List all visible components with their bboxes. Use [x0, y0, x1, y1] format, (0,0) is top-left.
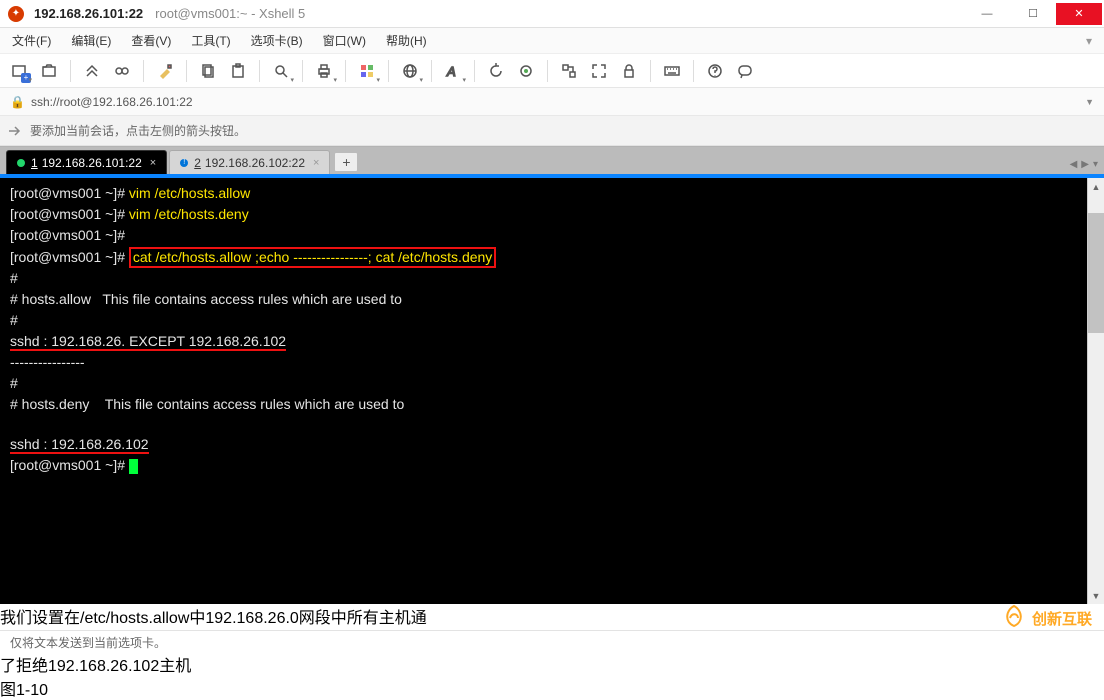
menu-tabs[interactable]: 选项卡(B)	[247, 30, 307, 51]
copy-button[interactable]	[195, 58, 221, 84]
lock-icon: 🔒	[10, 95, 25, 109]
line-4-prompt: [root@vms001 ~]#	[10, 249, 129, 265]
tab-prev-icon[interactable]: ◀	[1070, 159, 1078, 170]
cursor	[129, 459, 138, 474]
tab-strip: 1 192.168.26.101:22 × ! 2 192.168.26.102…	[0, 146, 1104, 174]
maximize-button[interactable]: ☐	[1010, 3, 1056, 25]
tab-2-label: 192.168.26.102:22	[205, 156, 305, 170]
line-2-prompt: [root@vms001 ~]#	[10, 206, 129, 222]
menu-file[interactable]: 文件(F)	[8, 30, 55, 51]
annotation-line-3: 了拒绝192.168.26.102主机	[0, 652, 1104, 676]
color-scheme-button[interactable]: ▾	[354, 58, 380, 84]
scroll-down-icon[interactable]: ▼	[1088, 587, 1104, 604]
toolbar: +▾ ▾ ▾ ▾ ▾ A▾	[0, 54, 1104, 88]
scroll-thumb[interactable]	[1088, 213, 1104, 333]
address-bar[interactable]: 🔒 ssh://root@192.168.26.101:22 ▼	[0, 88, 1104, 116]
out-hash-2: #	[10, 312, 18, 328]
menu-view[interactable]: 查看(V)	[127, 30, 175, 51]
hint-text: 要添加当前会话，点击左侧的箭头按钮。	[30, 122, 246, 139]
app-icon: ✦	[8, 6, 24, 22]
new-session-button[interactable]: +▾	[6, 58, 32, 84]
compose-button[interactable]	[732, 58, 758, 84]
properties-button[interactable]	[152, 58, 178, 84]
figure-label: 图1-10	[0, 676, 1104, 700]
tab-session-1[interactable]: 1 192.168.26.101:22 ×	[6, 150, 167, 174]
annotation-line-1: 我们设置在/etc/hosts.allow中192.168.26.0网段中所有主…	[0, 604, 1104, 628]
open-button[interactable]	[36, 58, 62, 84]
print-button[interactable]: ▾	[311, 58, 337, 84]
hint-bar: 要添加当前会话，点击左侧的箭头按钮。	[0, 116, 1104, 146]
watermark: 创新互联	[1000, 604, 1092, 632]
menu-help[interactable]: 帮助(H)	[382, 30, 431, 51]
add-tab-button[interactable]: +	[334, 152, 358, 172]
out-dashes: ----------------	[10, 354, 85, 370]
tab-next-icon[interactable]: ▶	[1081, 159, 1089, 170]
final-prompt: [root@vms001 ~]#	[10, 457, 129, 473]
menu-tools[interactable]: 工具(T)	[187, 30, 234, 51]
tab-1-number: 1	[31, 156, 38, 170]
terminal[interactable]: [root@vms001 ~]# vim /etc/hosts.allow [r…	[0, 178, 1104, 604]
window-title-main: 192.168.26.101:22	[34, 6, 143, 21]
tab-2-close-icon[interactable]: ×	[313, 157, 319, 169]
out-allow-comment: # hosts.allow This file contains access …	[10, 291, 402, 307]
tab-2-number: 2	[194, 156, 201, 170]
status-text: 仅将文本发送到当前选项卡。	[10, 634, 166, 651]
out-hash-3: #	[10, 375, 18, 391]
scroll-up-icon[interactable]: ▲	[1088, 178, 1104, 195]
scrollbar-vertical[interactable]: ▲ ▼	[1087, 178, 1104, 604]
refresh-button[interactable]	[483, 58, 509, 84]
terminal-wrap: [root@vms001 ~]# vim /etc/hosts.allow [r…	[0, 174, 1104, 604]
tab-1-close-icon[interactable]: ×	[150, 157, 156, 169]
window-title-sub: root@vms001:~ - Xshell 5	[155, 6, 305, 21]
tab-session-2[interactable]: ! 2 192.168.26.102:22 ×	[169, 150, 330, 174]
script-button[interactable]	[513, 58, 539, 84]
paste-button[interactable]	[225, 58, 251, 84]
line-2-cmd: vim /etc/hosts.deny	[129, 206, 249, 222]
svg-text:A: A	[446, 64, 456, 79]
line-1-cmd: vim /etc/hosts.allow	[129, 185, 250, 201]
tab-list-icon[interactable]: ▾	[1093, 159, 1098, 170]
line-3-prompt: [root@vms001 ~]#	[10, 227, 125, 243]
fullscreen-button[interactable]	[586, 58, 612, 84]
status-dot-info-icon: !	[180, 159, 188, 167]
minimize-button[interactable]: —	[964, 3, 1010, 25]
menu-window[interactable]: 窗口(W)	[319, 30, 370, 51]
tab-nav: ◀ ▶ ▾	[1070, 159, 1098, 170]
watermark-logo-icon	[1000, 604, 1028, 632]
line-1-prompt: [root@vms001 ~]#	[10, 185, 129, 201]
disconnect-button[interactable]	[109, 58, 135, 84]
lock-button[interactable]	[616, 58, 642, 84]
line-4-cmd: cat /etc/hosts.allow ;echo -------------…	[129, 247, 496, 268]
address-text: ssh://root@192.168.26.101:22	[31, 95, 193, 109]
menu-overflow-icon[interactable]: ▾	[1082, 32, 1096, 50]
address-dropdown-icon[interactable]: ▼	[1085, 97, 1094, 107]
out-hash-1: #	[10, 270, 18, 286]
status-dot-connected-icon	[17, 159, 25, 167]
language-button[interactable]: ▾	[397, 58, 423, 84]
out-allow-rule: sshd : 192.168.26. EXCEPT 192.168.26.102	[10, 333, 286, 351]
close-button[interactable]: ✕	[1056, 3, 1102, 25]
reconnect-button[interactable]	[79, 58, 105, 84]
help-button[interactable]	[702, 58, 728, 84]
title-bar: ✦ 192.168.26.101:22 root@vms001:~ - Xshe…	[0, 0, 1104, 28]
tab-1-label: 192.168.26.101:22	[42, 156, 142, 170]
menu-edit[interactable]: 编辑(E)	[67, 30, 115, 51]
font-button[interactable]: A▾	[440, 58, 466, 84]
watermark-text: 创新互联	[1032, 608, 1092, 629]
menu-bar: 文件(F) 编辑(E) 查看(V) 工具(T) 选项卡(B) 窗口(W) 帮助(…	[0, 28, 1104, 54]
out-deny-comment: # hosts.deny This file contains access r…	[10, 396, 404, 412]
transfer-button[interactable]	[556, 58, 582, 84]
add-session-arrow-icon[interactable]	[8, 124, 22, 138]
keyboard-button[interactable]	[659, 58, 685, 84]
out-deny-rule: sshd : 192.168.26.102	[10, 436, 149, 454]
find-button[interactable]: ▾	[268, 58, 294, 84]
status-bar: 仅将文本发送到当前选项卡。	[0, 630, 1104, 654]
